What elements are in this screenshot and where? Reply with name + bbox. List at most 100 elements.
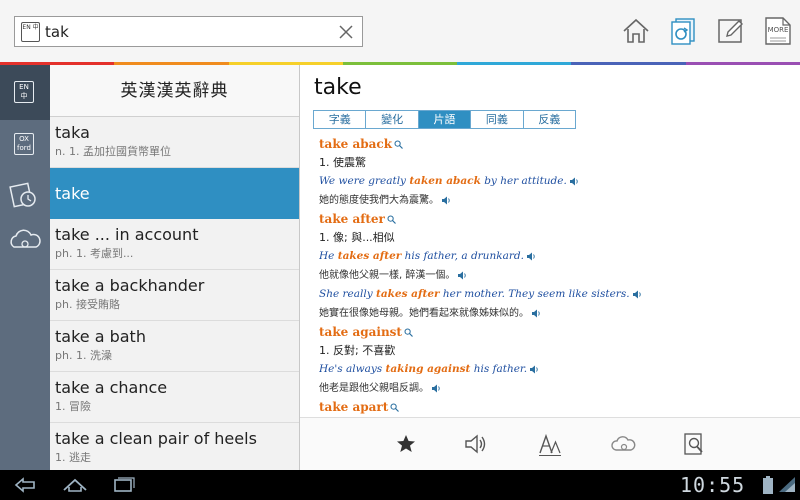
magnifier-icon[interactable] [404, 328, 413, 337]
phrase-text: take apart [319, 400, 389, 414]
word-list-item-selected[interactable]: take [50, 168, 299, 219]
en-zh-dictionary-icon: EN 中 [14, 81, 34, 103]
cloud-icon[interactable] [610, 431, 636, 457]
word-list-item[interactable]: take ... in account ph. 1. 考慮到... [50, 219, 299, 270]
phrase-entries: take aback 1. 使震驚 We were greatly taken ab… [319, 135, 789, 417]
clear-icon[interactable] [336, 22, 356, 42]
example-highlight: taking against [385, 363, 471, 375]
word-list-item[interactable]: take a bath ph. 1. 洗澡 [50, 321, 299, 372]
home-icon[interactable] [621, 16, 651, 46]
example-translation: 她的態度使我們大為震驚。 [319, 191, 789, 210]
magnifier-icon[interactable] [390, 403, 400, 412]
flashcard-sync-icon[interactable] [668, 16, 698, 46]
example-text: his father, a drunkard. [401, 250, 524, 262]
search-input[interactable] [45, 20, 335, 44]
translation-text: 她的態度使我們大為震驚。 [319, 195, 439, 206]
definition-toolbar [300, 417, 800, 470]
speaker-icon[interactable] [442, 196, 451, 205]
dictionary-rail: EN 中 OX ford [0, 65, 50, 470]
word-list-gloss: ph. 1. 洗澡 [55, 349, 112, 362]
magnifier-icon[interactable] [387, 215, 396, 224]
word-list-item[interactable]: taka n. 1. 孟加拉國貨幣單位 [50, 117, 299, 168]
speaker-icon[interactable] [530, 365, 539, 374]
word-list-item[interactable]: take a clean pair of heels 1. 逃走 [50, 423, 299, 470]
more-button[interactable]: MORE [763, 16, 793, 46]
definition-panel: take 字義 變化 片語 同義 反義 take aback 1. 使震驚 We w… [300, 65, 800, 470]
speaker-icon[interactable] [458, 271, 467, 280]
speaker-icon[interactable] [532, 309, 541, 318]
cloud-settings-icon [10, 229, 41, 248]
example-text: his father. [470, 363, 528, 375]
example-text: her mother. They seem like sisters. [439, 288, 630, 300]
word-list-word: take ... in account [55, 225, 199, 244]
more-label: MORE [767, 26, 789, 34]
speaker-icon[interactable] [569, 177, 579, 186]
word-list-gloss: ph. 1. 考慮到... [55, 247, 134, 260]
example-translation: 她實在很像她母親。她們看起來就像姊妹似的。 [319, 304, 789, 323]
back-icon[interactable] [12, 475, 40, 495]
definition-tabs: 字義 變化 片語 同義 反義 [313, 110, 576, 129]
word-list-gloss: n. 1. 孟加拉國貨幣單位 [55, 145, 171, 158]
star-icon[interactable] [393, 431, 419, 457]
recent-apps-icon[interactable] [110, 475, 138, 495]
history-icon [9, 182, 36, 208]
example-sentence: She really takes after her mother. They … [319, 285, 789, 304]
phrase-heading[interactable]: take aback [319, 135, 789, 153]
word-list-word: take [55, 184, 90, 203]
word-list-word: taka [55, 123, 90, 142]
word-list-word: take a bath [55, 327, 146, 346]
phrase-meaning: 1. 像; 與...相似 [319, 231, 395, 244]
speaker-icon[interactable] [463, 431, 489, 457]
example-translation: 他就像他父親一樣, 醉漢一個。 [319, 266, 789, 285]
speaker-icon[interactable] [632, 290, 642, 299]
example-text: She really [319, 288, 376, 300]
example-translation: 他老是跟他父親唱反調。 [319, 379, 789, 398]
tab-synonyms[interactable]: 同義 [471, 111, 524, 128]
phrase-text: take against [319, 325, 402, 339]
word-list-item[interactable]: take a backhander ph. 接受賄賂 [50, 270, 299, 321]
word-list-word: take a backhander [55, 276, 205, 295]
example-highlight: takes after [376, 288, 440, 300]
word-list-word: take a chance [55, 378, 168, 397]
example-highlight: takes after [337, 250, 402, 262]
search-box[interactable]: EN 中 [14, 16, 363, 47]
battery-icon [763, 476, 773, 494]
wifi-icon [779, 477, 795, 492]
note-edit-icon[interactable] [716, 16, 746, 46]
headword: take [314, 75, 362, 100]
example-highlight: taken aback [409, 175, 481, 187]
translation-text: 她實在很像她母親。她們看起來就像姊妹似的。 [319, 308, 529, 319]
language-badge[interactable]: EN 中 [21, 22, 40, 42]
word-list-gloss: 1. 逃走 [55, 451, 91, 464]
rail-item-en-zh[interactable]: EN 中 [0, 65, 50, 120]
system-navigation-bar: 10:55 [0, 470, 800, 500]
rail-item-history[interactable] [0, 171, 50, 221]
translation-text: 他老是跟他父親唱反調。 [319, 383, 429, 394]
phrase-meaning: 1. 反對; 不喜歡 [319, 344, 396, 357]
search-page-icon[interactable] [681, 431, 707, 457]
top-toolbar: EN 中 MOR [0, 0, 800, 62]
word-list-word: take a clean pair of heels [55, 429, 257, 448]
phrase-heading[interactable]: take against [319, 323, 789, 341]
phrase-heading[interactable]: take after [319, 210, 789, 228]
tab-antonyms[interactable]: 反義 [524, 111, 575, 128]
magnifier-icon[interactable] [394, 140, 403, 149]
speaker-icon[interactable] [526, 252, 536, 261]
font-size-icon[interactable] [537, 431, 563, 457]
example-text: We were greatly [319, 175, 410, 187]
rail-item-cloud[interactable] [0, 217, 50, 267]
home-nav-icon[interactable] [60, 475, 90, 495]
tab-meaning[interactable]: 字義 [314, 111, 367, 128]
app-window: EN 中 MOR [0, 0, 800, 500]
dictionary-title: 英漢漢英辭典 [50, 65, 299, 117]
word-list-item[interactable]: take a chance 1. 冒險 [50, 372, 299, 423]
example-text: He [319, 250, 338, 262]
speaker-icon[interactable] [432, 384, 441, 393]
rail-item-oxford[interactable]: OX ford [0, 123, 50, 173]
tab-phrases[interactable]: 片語 [418, 111, 472, 128]
phrase-text: take aback [319, 137, 393, 151]
translation-text: 他就像他父親一樣, 醉漢一個。 [319, 270, 456, 281]
phrase-meaning: 1. 使震驚 [319, 156, 366, 169]
phrase-heading[interactable]: take apart [319, 398, 789, 416]
tab-inflection[interactable]: 變化 [366, 111, 419, 128]
